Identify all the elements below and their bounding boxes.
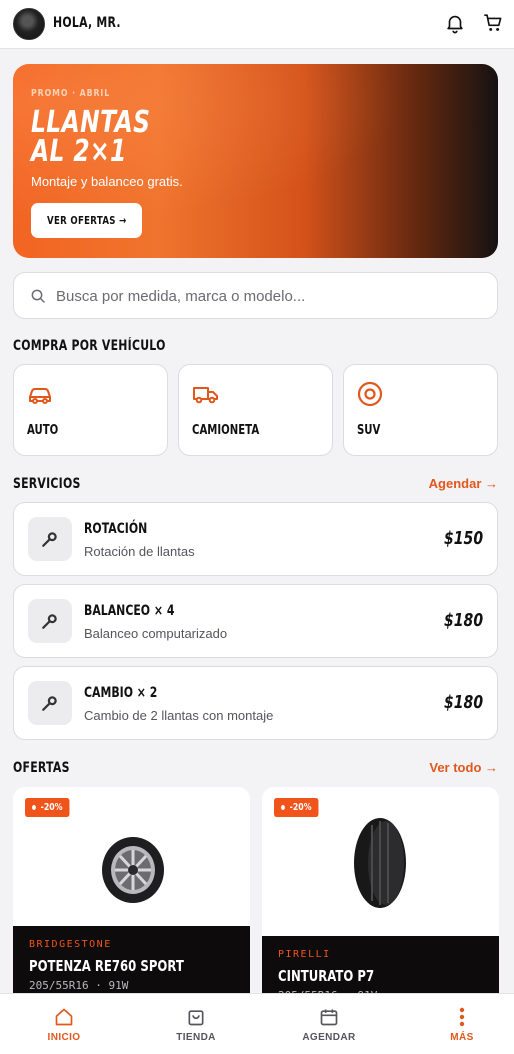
offer-brand: PIRELLI — [278, 949, 331, 960]
wrench-icon — [42, 532, 57, 547]
promo-title-line1: LLANTAS — [31, 105, 151, 140]
service-name: ROTACIÓN — [84, 521, 148, 537]
offer-card[interactable]: -20% BRIDGESTONE POTENZA RE760 SPORT 205… — [13, 787, 250, 999]
service-description: Cambio de 2 llantas con montaje — [84, 708, 274, 723]
tire-image — [354, 818, 406, 908]
home-icon — [55, 1008, 73, 1026]
service-card-cambio[interactable]: CAMBIO × 2 Cambio de 2 llantas con monta… — [13, 666, 498, 740]
service-icon-box — [28, 517, 72, 561]
offer-info: PIRELLI CINTURATO P7 205/55R16 · 91V — [262, 936, 499, 999]
discount-badge: -20% — [25, 798, 70, 817]
service-description: Rotación de llantas — [84, 544, 195, 559]
see-all-link[interactable]: Ver todo → — [429, 760, 498, 775]
bottom-nav: INICIO TIENDA AGENDAR MÁS — [0, 993, 514, 1054]
nav-item-inicio[interactable]: INICIO — [0, 994, 128, 1054]
nav-label: INICIO — [47, 1032, 81, 1043]
services-section-title: SERVICIOS — [13, 476, 81, 492]
vehicle-label: AUTO — [27, 423, 59, 438]
promo-subtitle: Montaje y balanceo gratis. — [31, 174, 183, 189]
vehicle-section-title: COMPRA POR VEHÍCULO — [13, 338, 166, 354]
search-input[interactable] — [56, 285, 476, 307]
nav-label: AGENDAR — [302, 1032, 356, 1043]
truck-icon — [193, 387, 218, 404]
car-icon — [29, 388, 51, 404]
target-icon — [357, 381, 383, 407]
offer-card[interactable]: -20% PIRELLI CINTURATO P7 205/55R16 · 91… — [262, 787, 499, 999]
wrench-icon — [42, 696, 57, 711]
nav-label: TIENDA — [176, 1032, 216, 1043]
service-card-rotacion[interactable]: ROTACIÓN Rotación de llantas $150 — [13, 502, 498, 576]
wrench-icon — [42, 614, 57, 629]
avatar[interactable] — [13, 8, 45, 40]
promo-title: LLANTAS AL 2×1 — [31, 105, 184, 169]
offer-brand: BRIDGESTONE — [29, 939, 112, 950]
nav-item-mas[interactable]: MÁS — [398, 994, 514, 1054]
promo-title-line2: AL 2×1 — [31, 134, 127, 169]
search-icon — [31, 289, 45, 303]
app-header: HOLA, MR. — [0, 0, 514, 49]
nav-item-agendar[interactable]: AGENDAR — [265, 994, 393, 1054]
discount-badge: -20% — [274, 798, 319, 817]
tire-image — [77, 825, 187, 915]
see-offers-label: VER OFERTAS → — [47, 214, 127, 227]
service-name: CAMBIO × 2 — [84, 685, 158, 701]
service-description: Balanceo computarizado — [84, 626, 228, 641]
service-price: $150 — [443, 528, 483, 549]
service-icon-box — [28, 599, 72, 643]
promo-tag: PROMO · ABRIL — [31, 88, 111, 99]
schedule-link[interactable]: Agendar → — [429, 476, 498, 491]
see-offers-button[interactable]: VER OFERTAS → — [31, 203, 142, 238]
greeting: HOLA, MR. — [53, 15, 121, 31]
nav-item-tienda[interactable]: TIENDA — [132, 994, 260, 1054]
service-card-balanceo[interactable]: BALANCEO × 4 Balanceo computarizado $180 — [13, 584, 498, 658]
cart-icon[interactable] — [482, 12, 504, 34]
offer-model: CINTURATO P7 — [278, 967, 375, 985]
bell-icon[interactable] — [444, 12, 466, 34]
service-name: BALANCEO × 4 — [84, 603, 175, 619]
offer-model: POTENZA RE760 SPORT — [29, 957, 184, 975]
more-icon — [459, 1007, 465, 1027]
vehicle-card-camioneta[interactable]: CAMIONETA — [178, 364, 333, 456]
offer-info: BRIDGESTONE POTENZA RE760 SPORT 205/55R1… — [13, 926, 250, 999]
calendar-icon — [320, 1009, 338, 1026]
bag-icon — [188, 1010, 204, 1026]
vehicle-card-suv[interactable]: SUV — [343, 364, 498, 456]
service-price: $180 — [443, 610, 483, 631]
promo-banner[interactable]: PROMO · ABRIL LLANTAS AL 2×1 Montaje y b… — [13, 64, 498, 258]
nav-label: MÁS — [450, 1032, 474, 1043]
search-bar[interactable] — [13, 272, 498, 319]
vehicle-card-auto[interactable]: AUTO — [13, 364, 168, 456]
offers-section-title: OFERTAS — [13, 760, 70, 776]
vehicle-label: SUV — [357, 423, 381, 438]
offer-spec: 205/55R16 · 91W — [29, 979, 129, 992]
vehicle-label: CAMIONETA — [192, 423, 260, 438]
service-price: $180 — [443, 692, 483, 713]
service-icon-box — [28, 681, 72, 725]
